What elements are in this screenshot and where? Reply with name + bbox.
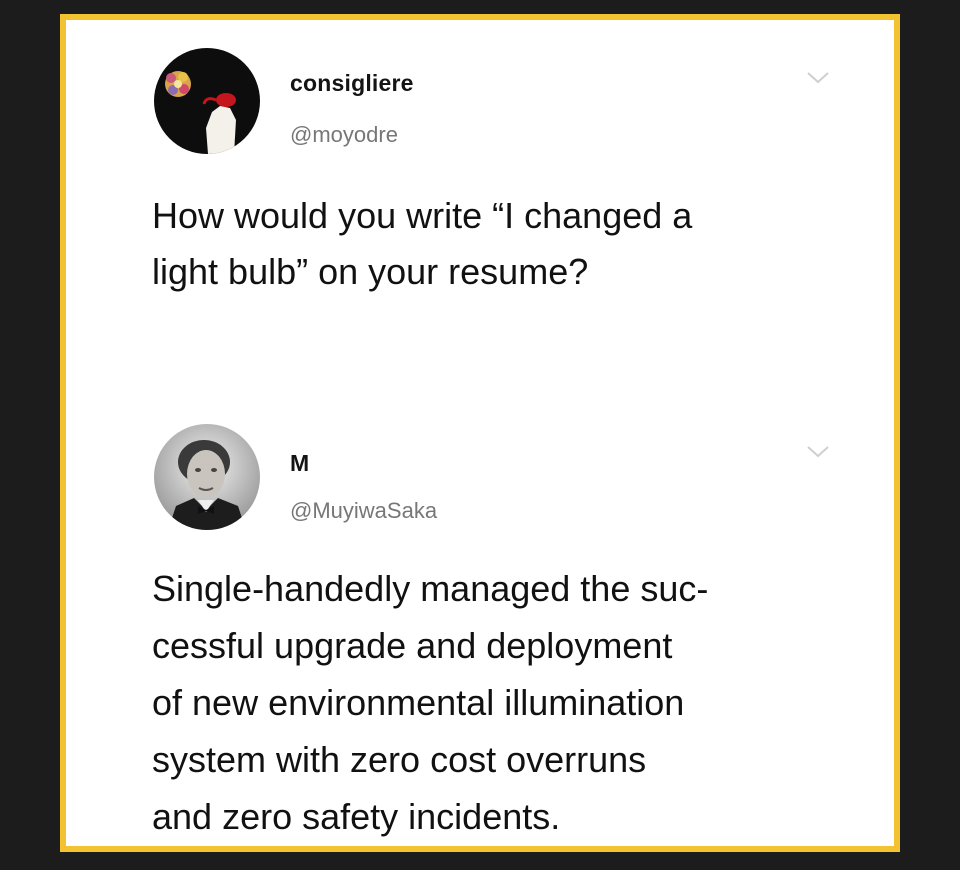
tweet-text: How would you write “I changed a light b… xyxy=(152,195,693,292)
tweet-text: Single-handedly managed the suc- cessful… xyxy=(152,568,709,837)
user-handle[interactable]: @moyodre xyxy=(290,122,398,148)
chevron-down-icon[interactable] xyxy=(806,70,830,86)
vintage-portrait-avatar[interactable] xyxy=(154,424,260,530)
flower-headed-figure-avatar[interactable] xyxy=(154,48,260,154)
display-name[interactable]: consigliere xyxy=(290,70,414,97)
chevron-down-icon[interactable] xyxy=(806,444,830,460)
meme-frame: consigliere @moyodre How would you write… xyxy=(60,14,900,852)
display-name[interactable]: M xyxy=(290,450,309,477)
user-handle[interactable]: @MuyiwaSaka xyxy=(290,498,437,524)
